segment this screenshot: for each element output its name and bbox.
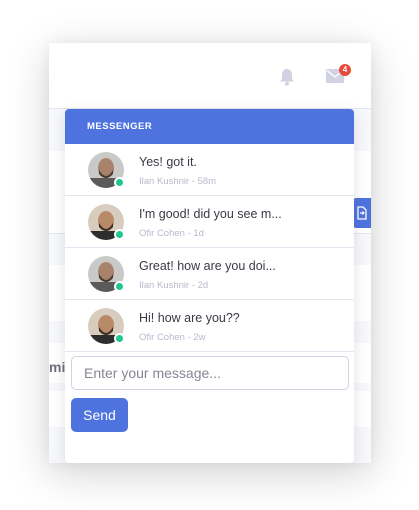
message-preview: Yes! got it. xyxy=(139,155,197,169)
message-preview: I'm good! did you see m... xyxy=(139,207,282,221)
online-status-indicator xyxy=(114,177,125,188)
message-sender-time: Ofir Cohen - 1d xyxy=(139,228,204,239)
file-export-icon xyxy=(357,206,367,220)
message-preview: Great! how are you doi... xyxy=(139,259,276,273)
messenger-dropdown: MESSENGER Yes! got it. Ilan Kushnir - 58… xyxy=(65,109,354,463)
background-export-button[interactable] xyxy=(353,198,371,228)
message-sender-time: Ilan Kushnir - 2d xyxy=(139,280,209,291)
message-preview: Hi! how are you?? xyxy=(139,311,240,325)
message-input[interactable] xyxy=(71,356,349,390)
message-item[interactable]: Hi! how are you?? Ofir Cohen - 2w xyxy=(65,300,354,352)
send-button[interactable]: Send xyxy=(71,398,128,432)
message-sender-time: Ilan Kushnir - 58m xyxy=(139,176,217,187)
messenger-header: MESSENGER xyxy=(65,109,354,144)
online-status-indicator xyxy=(114,333,125,344)
message-item[interactable]: Great! how are you doi... Ilan Kushnir -… xyxy=(65,248,354,300)
message-count-badge: 4 xyxy=(339,64,351,76)
online-status-indicator xyxy=(114,229,125,240)
message-sender-time: Ofir Cohen - 2w xyxy=(139,332,206,343)
top-navbar: 4 xyxy=(49,43,371,109)
app-window: 4 mi MESSENGER Yes! got it. Ilan Kushnir… xyxy=(49,43,371,463)
message-item[interactable]: I'm good! did you see m... Ofir Cohen - … xyxy=(65,196,354,248)
background-partial-label: mi xyxy=(49,359,66,375)
message-item[interactable]: Yes! got it. Ilan Kushnir - 58m xyxy=(65,144,354,196)
bell-icon[interactable] xyxy=(279,68,295,86)
online-status-indicator xyxy=(114,281,125,292)
